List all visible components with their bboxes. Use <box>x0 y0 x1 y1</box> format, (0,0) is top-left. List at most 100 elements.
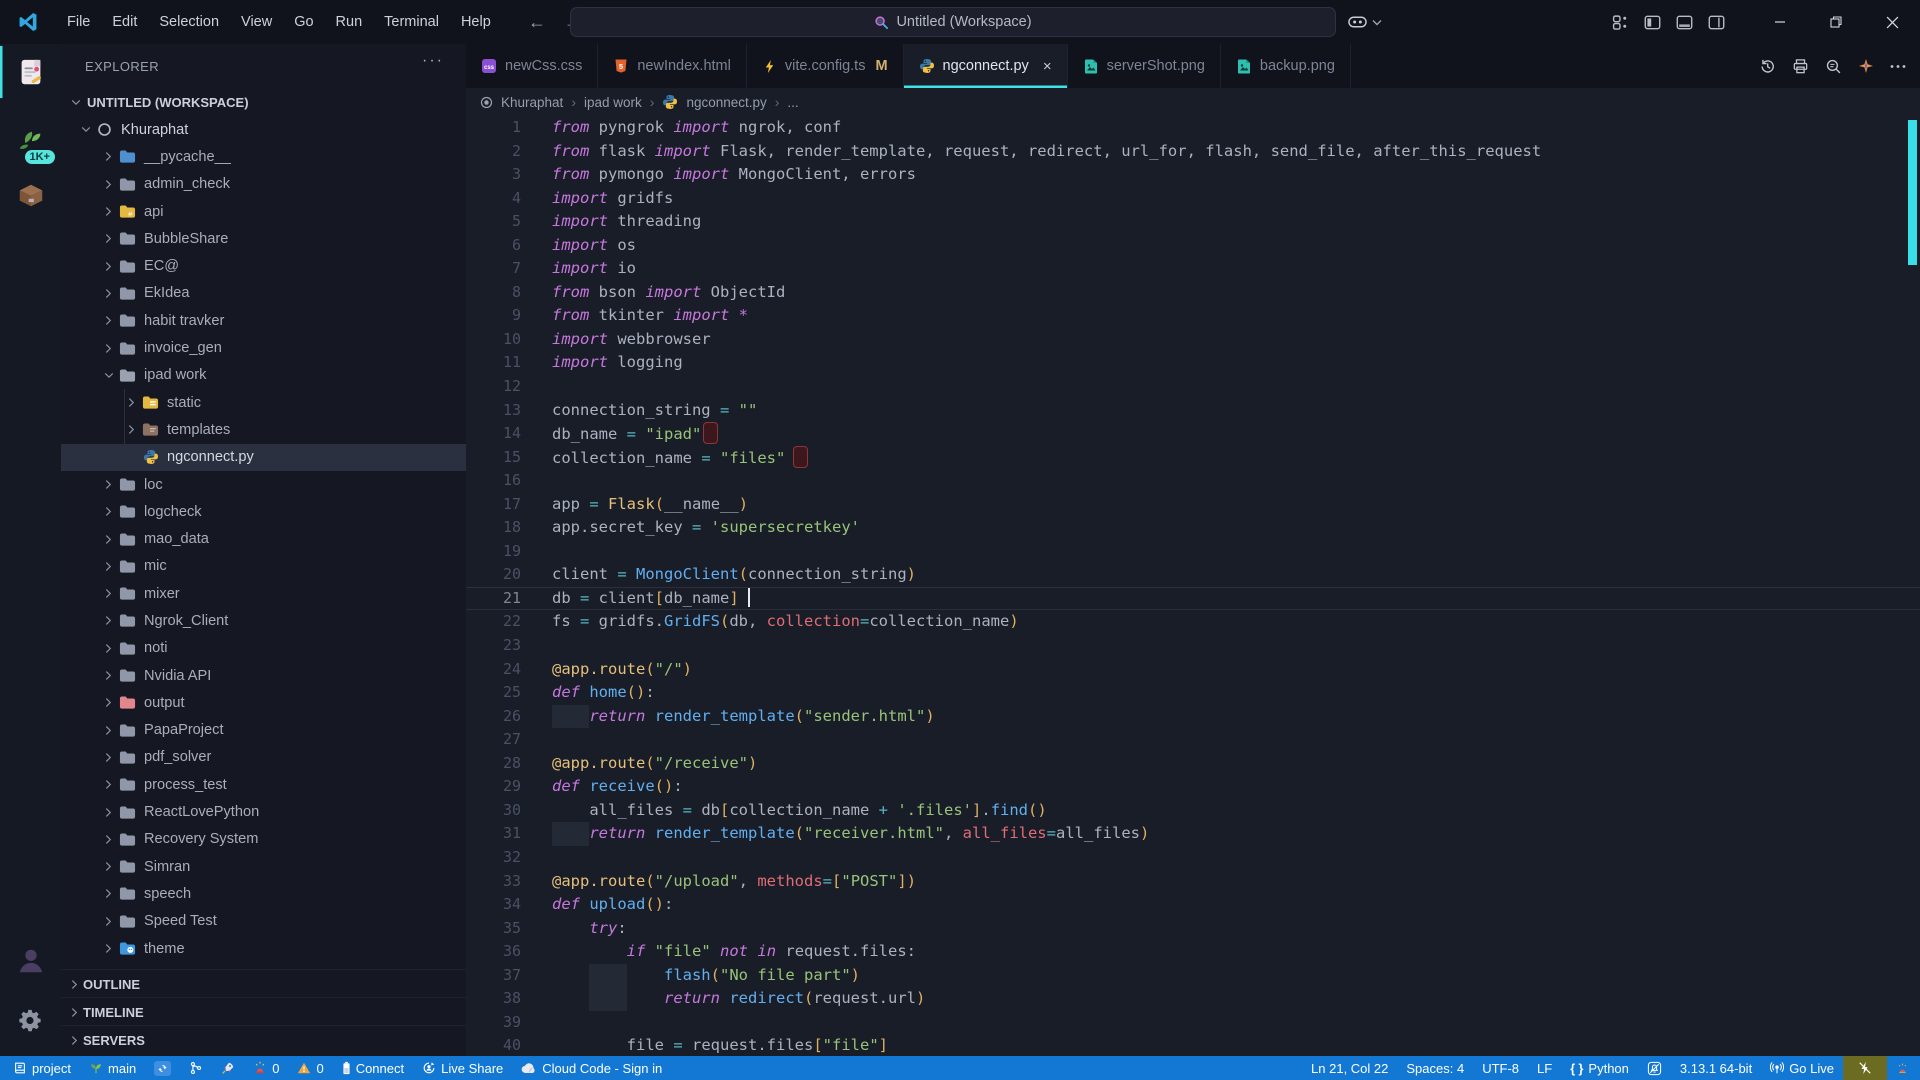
status-main[interactable]: main <box>80 1056 145 1080</box>
activity-extensions[interactable] <box>0 169 61 221</box>
tab-close-icon[interactable]: × <box>1043 58 1052 75</box>
menu-file[interactable]: File <box>56 14 101 30</box>
code-line-5[interactable]: 5import threading <box>466 210 1920 234</box>
tree-item-ekidea[interactable]: EkIdea <box>61 280 466 307</box>
tree-item-static[interactable]: static <box>61 389 466 416</box>
code-line-7[interactable]: 7import io <box>466 257 1920 281</box>
code-line-4[interactable]: 4import gridfs <box>466 187 1920 211</box>
status-lf[interactable]: LF <box>1528 1056 1561 1080</box>
code-line-26[interactable]: 26 return render_template("sender.html") <box>466 705 1920 729</box>
breadcrumb-item[interactable]: ... <box>787 95 798 110</box>
tree-item-nvidia-api[interactable]: Nvidia API <box>61 662 466 689</box>
menu-edit[interactable]: Edit <box>101 14 148 30</box>
code-line-2[interactable]: 2from flask import Flask, render_templat… <box>466 140 1920 164</box>
section-timeline[interactable]: TIMELINE <box>61 997 476 1026</box>
search-doc-icon[interactable] <box>1825 58 1842 75</box>
ellipsis-icon[interactable] <box>1890 64 1906 69</box>
tree-item-reactlovepython[interactable]: ReactLovePython <box>61 798 466 825</box>
code-line-15[interactable]: 15collection_name = "files" <box>466 446 1920 470</box>
breadcrumb[interactable]: Khuraphat›ipad work›ngconnect.py›... <box>466 88 1920 116</box>
status-cloud-code-sign-in[interactable]: Cloud Code - Sign in <box>512 1056 671 1080</box>
status-zap-off-icon[interactable] <box>1843 1056 1887 1080</box>
section-outline[interactable]: OUTLINE <box>61 969 476 998</box>
status-connect[interactable]: Connect <box>333 1056 413 1080</box>
tree-item-khuraphat[interactable]: Khuraphat <box>61 116 466 143</box>
toggle-secondary-sidebar-icon[interactable] <box>1708 14 1725 31</box>
code-line-1[interactable]: 1from pyngrok import ngrok, conf <box>466 116 1920 140</box>
code-line-17[interactable]: 17app = Flask(__name__) <box>466 493 1920 517</box>
code-line-37[interactable]: 37 flash("No file part") <box>466 964 1920 988</box>
code-line-22[interactable]: 22fs = gridfs.GridFS(db, collection=coll… <box>466 610 1920 634</box>
menu-view[interactable]: View <box>230 14 283 30</box>
code-line-24[interactable]: 24@app.route("/") <box>466 658 1920 682</box>
tree-item-speed-test[interactable]: Speed Test <box>61 908 466 935</box>
status-go-live[interactable]: Go Live <box>1761 1056 1843 1080</box>
menu-help[interactable]: Help <box>450 14 502 30</box>
code-line-32[interactable]: 32 <box>466 846 1920 870</box>
breadcrumb-item[interactable]: ipad work <box>584 95 642 110</box>
tree-item-templates[interactable]: templates <box>61 416 466 443</box>
tree-item-output[interactable]: output <box>61 689 466 716</box>
code-line-23[interactable]: 23 <box>466 634 1920 658</box>
status-spaces-4[interactable]: Spaces: 4 <box>1397 1056 1473 1080</box>
tree-item-habit-travker[interactable]: habit travker <box>61 307 466 334</box>
toggle-sidebar-icon[interactable] <box>1644 14 1661 31</box>
code-line-33[interactable]: 33@app.route("/upload", methods=["POST"]… <box>466 870 1920 894</box>
code-line-6[interactable]: 6import os <box>466 234 1920 258</box>
activity-source-control[interactable]: 1K+ <box>0 116 61 168</box>
activity-settings[interactable] <box>0 994 61 1046</box>
scrollbar-thumb[interactable] <box>1908 120 1917 265</box>
code-line-30[interactable]: 30 all_files = db[collection_name + '.fi… <box>466 799 1920 823</box>
tab-ngconnect-py[interactable]: ngconnect.py× <box>904 44 1068 88</box>
status-0[interactable]: 0 <box>288 1056 332 1080</box>
customize-layout-icon[interactable] <box>1612 14 1629 31</box>
section-servers[interactable]: SERVERS <box>61 1025 476 1054</box>
activity-explorer[interactable] <box>0 46 61 98</box>
code-line-19[interactable]: 19 <box>466 540 1920 564</box>
tree-item-theme[interactable]: theme <box>61 935 466 962</box>
status-rocket-icon[interactable] <box>212 1056 244 1080</box>
status-sync-badge-icon[interactable] <box>145 1056 180 1080</box>
runner-icon[interactable] <box>1858 58 1874 74</box>
copilot-button[interactable] <box>1348 0 1382 44</box>
minimize-button[interactable] <box>1752 0 1808 44</box>
code-line-16[interactable]: 16 <box>466 469 1920 493</box>
tab-vite-config-ts[interactable]: vite.config.tsM <box>747 44 904 88</box>
code-line-10[interactable]: 10import webbrowser <box>466 328 1920 352</box>
code-line-3[interactable]: 3from pymongo import MongoClient, errors <box>466 163 1920 187</box>
code-line-20[interactable]: 20client = MongoClient(connection_string… <box>466 563 1920 587</box>
menu-run[interactable]: Run <box>325 14 374 30</box>
tree-item-mixer[interactable]: mixer <box>61 580 466 607</box>
code-line-12[interactable]: 12 <box>466 375 1920 399</box>
print-icon[interactable] <box>1792 58 1809 75</box>
menu-terminal[interactable]: Terminal <box>373 14 450 30</box>
tree-item-api[interactable]: #api <box>61 198 466 225</box>
code-line-21[interactable]: 21db = client[db_name] <box>466 587 1920 611</box>
tree-item-mao-data[interactable]: mao_data <box>61 525 466 552</box>
tree-item-loc[interactable]: loc <box>61 471 466 498</box>
tab-newcss-css[interactable]: cssnewCss.css <box>466 44 598 88</box>
status-0[interactable]: 0 <box>244 1056 288 1080</box>
code-line-27[interactable]: 27 <box>466 728 1920 752</box>
tree-item-ngconnect-py[interactable]: ngconnect.py <box>61 444 466 471</box>
code-line-38[interactable]: 38 return redirect(request.url) <box>466 987 1920 1011</box>
command-center-search[interactable]: Untitled (Workspace) <box>570 7 1336 37</box>
tree-item-invoice-gen[interactable]: invoice_gen <box>61 334 466 361</box>
code-line-14[interactable]: 14db_name = "ipad" <box>466 422 1920 446</box>
code-line-11[interactable]: 11import logging <box>466 351 1920 375</box>
restore-button[interactable] <box>1808 0 1864 44</box>
toggle-panel-icon[interactable] <box>1676 14 1693 31</box>
tree-item-ec-[interactable]: EC@ <box>61 252 466 279</box>
activity-account[interactable] <box>0 934 61 986</box>
tree-item-recovery-system[interactable]: Recovery System <box>61 826 466 853</box>
history-icon[interactable] <box>1759 58 1776 75</box>
tab-backup-png[interactable]: backup.png <box>1221 44 1351 88</box>
tree-item-simran[interactable]: Simran <box>61 853 466 880</box>
status-live-share[interactable]: Live Share <box>413 1056 512 1080</box>
status-merge-icon[interactable] <box>180 1056 212 1080</box>
status-ln-21-col-22[interactable]: Ln 21, Col 22 <box>1302 1056 1397 1080</box>
code-line-9[interactable]: 9from tkinter import * <box>466 304 1920 328</box>
code-line-34[interactable]: 34def upload(): <box>466 893 1920 917</box>
close-button[interactable] <box>1864 0 1920 44</box>
code-line-40[interactable]: 40 file = request.files["file"] <box>466 1034 1920 1056</box>
